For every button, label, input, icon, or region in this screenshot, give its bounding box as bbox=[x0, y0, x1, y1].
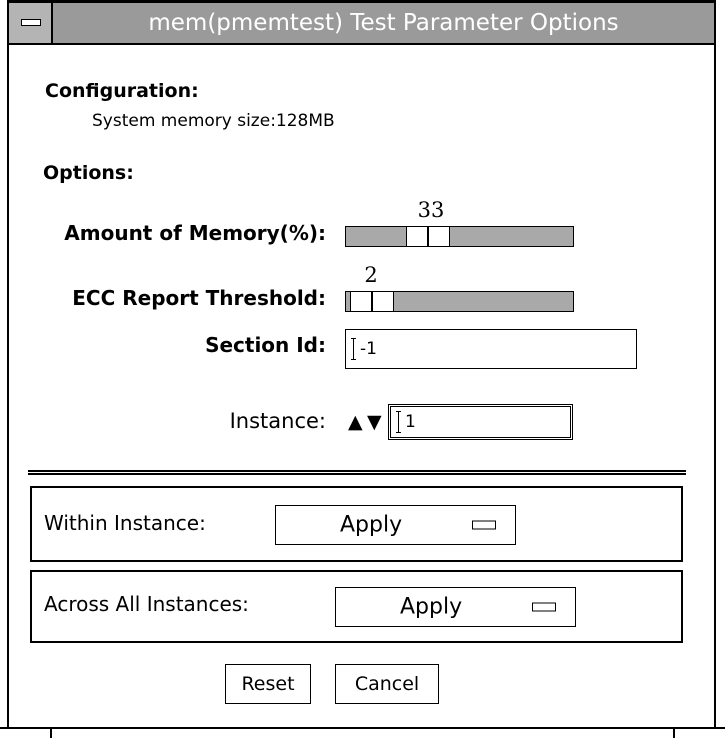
reset-button[interactable]: Reset bbox=[225, 664, 311, 704]
ecc-report-threshold-slider[interactable] bbox=[345, 291, 574, 312]
window-frame-bottom[interactable] bbox=[0, 727, 725, 738]
slider-thumb[interactable] bbox=[406, 226, 450, 247]
ecc-report-threshold-value: 2 bbox=[364, 263, 378, 287]
within-instance-label: Within Instance: bbox=[44, 511, 206, 535]
separator bbox=[28, 470, 686, 475]
option-menu-indicator-icon bbox=[472, 520, 496, 530]
window-menu-icon bbox=[21, 19, 41, 26]
frame-corner-mark bbox=[673, 727, 675, 738]
instance-value: 1 bbox=[405, 412, 416, 432]
across-all-instances-apply-button[interactable]: Apply bbox=[335, 587, 576, 627]
across-all-instances-apply-label: Apply bbox=[400, 594, 463, 620]
section-id-input[interactable]: -1 bbox=[345, 329, 637, 369]
configuration-heading: Configuration: bbox=[45, 80, 199, 102]
within-instance-apply-label: Apply bbox=[340, 512, 403, 538]
spin-up-arrow-icon[interactable]: ▲ bbox=[348, 411, 363, 433]
instance-spinbox: ▲ ▼ 1 bbox=[345, 404, 573, 440]
window-menu-button[interactable] bbox=[9, 3, 53, 43]
frame-corner-mark bbox=[50, 727, 52, 738]
window-title: mem(pmemtest) Test Parameter Options bbox=[148, 10, 619, 36]
amount-of-memory-label: Amount of Memory(%): bbox=[64, 221, 326, 245]
across-all-instances-label: Across All Instances: bbox=[44, 592, 249, 616]
instance-input[interactable]: 1 bbox=[388, 404, 573, 440]
spin-down-arrow-icon[interactable]: ▼ bbox=[367, 411, 382, 433]
amount-of-memory-value: 33 bbox=[417, 198, 445, 222]
text-cursor-icon bbox=[351, 338, 357, 360]
within-instance-apply-button[interactable]: Apply bbox=[275, 505, 516, 545]
section-id-label: Section Id: bbox=[205, 333, 326, 357]
text-cursor-icon bbox=[396, 411, 402, 433]
instance-label: Instance: bbox=[229, 409, 326, 433]
window-frame-right[interactable] bbox=[714, 0, 725, 738]
amount-of-memory-slider[interactable] bbox=[345, 226, 574, 247]
system-memory-size-text: System memory size:128MB bbox=[92, 111, 335, 131]
window-frame-left[interactable] bbox=[0, 0, 9, 738]
cancel-button[interactable]: Cancel bbox=[335, 664, 439, 704]
options-heading: Options: bbox=[43, 162, 134, 184]
section-id-value: -1 bbox=[360, 339, 377, 359]
slider-thumb[interactable] bbox=[350, 291, 394, 312]
option-menu-indicator-icon bbox=[532, 602, 556, 612]
ecc-report-threshold-label: ECC Report Threshold: bbox=[72, 286, 326, 310]
